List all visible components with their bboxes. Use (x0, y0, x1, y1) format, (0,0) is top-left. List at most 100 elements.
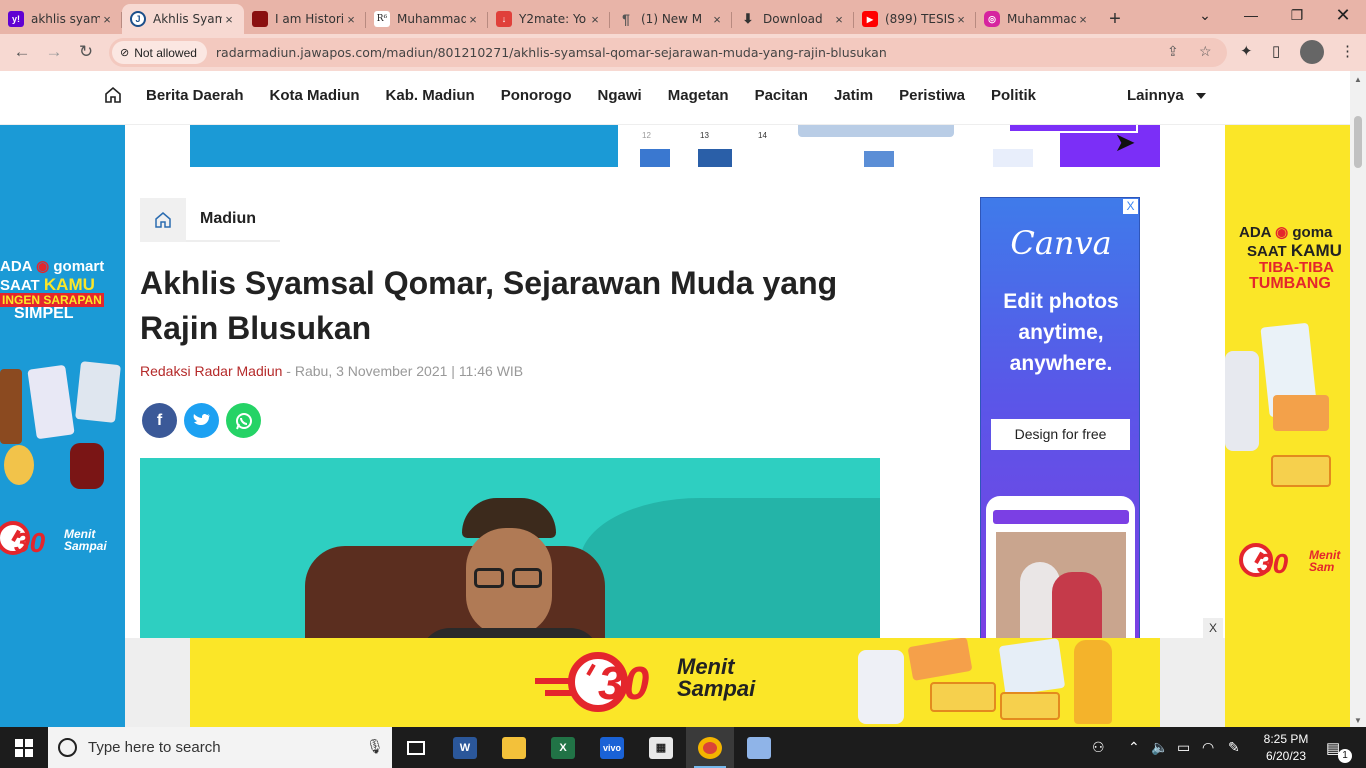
tab-title: Akhlis Syamsal (153, 12, 222, 26)
nav-link[interactable]: Ngawi (598, 87, 642, 104)
article-headline: Akhlis Syamsal Qomar, Sejarawan Muda yan… (140, 265, 838, 346)
search-icon (58, 738, 77, 757)
minimize-button[interactable]: — (1228, 0, 1274, 30)
extensions-icon[interactable]: ✦ (1240, 42, 1253, 60)
home-icon[interactable] (104, 86, 122, 104)
battery-icon[interactable]: ▭ (1177, 739, 1190, 756)
share-facebook-icon[interactable]: f (142, 403, 177, 438)
nav-link[interactable]: Peristiwa (899, 87, 965, 104)
byline-separator: - (282, 363, 295, 379)
more-menu-label[interactable]: Lainnya (1127, 87, 1184, 104)
share-whatsapp-icon[interactable] (226, 403, 261, 438)
canva-ad[interactable]: X Canva Edit photos anytime, anywhere. D… (980, 197, 1140, 642)
browser-tab[interactable]: y! akhlis syamsal × (0, 4, 122, 34)
close-tab-icon[interactable]: × (100, 12, 114, 27)
nav-link[interactable]: Politik (991, 87, 1036, 104)
browser-tab[interactable]: ▶ (899) TESIS × (854, 4, 976, 34)
chevron-down-icon[interactable] (1196, 93, 1206, 99)
nav-link[interactable]: Jatim (834, 87, 873, 104)
scroll-down-icon[interactable]: ▼ (1354, 716, 1362, 725)
url-text[interactable]: radarmadiun.jawapos.com/madiun/801210271… (216, 45, 887, 60)
vitamin-pack-image (930, 682, 996, 712)
browser-tab[interactable]: R⁶ Muhammad × (366, 4, 488, 34)
close-tab-icon[interactable]: × (954, 12, 968, 27)
forward-button[interactable]: → (38, 36, 70, 68)
close-tab-icon[interactable]: × (466, 12, 480, 27)
address-bar[interactable]: ⊘ Not allowed radarmadiun.jawapos.com/ma… (109, 38, 1227, 67)
browser-tab-active[interactable]: J Akhlis Syamsal × (122, 4, 244, 34)
volume-icon[interactable]: 🔈 (1151, 739, 1168, 756)
site-icon (252, 11, 268, 27)
profile-avatar[interactable] (1300, 40, 1324, 64)
top-banner-ad[interactable]: 12 13 14 ➤ (190, 125, 1160, 167)
close-tab-icon[interactable]: × (588, 12, 602, 27)
close-tab-icon[interactable]: × (222, 12, 236, 27)
share-icon[interactable]: ⇪ (1167, 43, 1179, 60)
start-button[interactable] (0, 727, 48, 768)
close-tab-icon[interactable]: × (1076, 12, 1090, 27)
back-button[interactable]: ← (6, 36, 38, 68)
taskbar-app-word[interactable]: W (441, 727, 489, 768)
close-window-button[interactable]: ✕ (1320, 0, 1366, 30)
breadcrumb-category[interactable]: Madiun (200, 210, 256, 228)
browser-tab[interactable]: ¶ (1) New M × (610, 4, 732, 34)
ad-close-icon[interactable]: X (1123, 199, 1138, 214)
close-tab-icon[interactable]: × (832, 12, 846, 27)
left-side-ad[interactable]: ADA ◉ gomart SAAT KAMU INGEN SARAPAN SIM… (0, 125, 125, 727)
nav-link[interactable]: Kab. Madiun (386, 87, 475, 104)
taskbar-app-remote[interactable] (735, 727, 783, 768)
nav-link[interactable]: Pacitan (755, 87, 808, 104)
microphone-icon[interactable]: 🎙 (366, 738, 384, 755)
close-tab-icon[interactable]: × (710, 12, 724, 27)
pen-icon[interactable]: ✎ (1228, 739, 1240, 756)
taskbar-app-calendar[interactable]: ▦ (637, 727, 685, 768)
breadcrumb-home[interactable] (140, 198, 186, 242)
article-author[interactable]: Redaksi Radar Madiun (140, 363, 282, 379)
nav-link[interactable]: Kota Madiun (270, 87, 360, 104)
task-view-button[interactable] (392, 727, 440, 768)
taskbar-search-box[interactable]: Type here to search 🎙 (48, 727, 392, 768)
restore-button[interactable]: ❐ (1274, 0, 1320, 30)
canva-cta-button[interactable]: Design for free (991, 419, 1130, 450)
side-panel-icon[interactable]: ▯ (1272, 42, 1280, 60)
windows-icon (15, 738, 33, 757)
taskbar-app-explorer[interactable] (490, 727, 538, 768)
close-tab-icon[interactable]: × (344, 12, 358, 27)
browser-tab[interactable]: ↓ Y2mate: Yo × (488, 4, 610, 34)
page-scrollbar[interactable]: ▲ ▼ (1350, 71, 1366, 727)
browser-tab[interactable]: I am Historian × (244, 4, 366, 34)
ad-text: TIBA-TIBA (1259, 259, 1334, 276)
ad-timer-number: 30 (1257, 548, 1289, 579)
people-icon[interactable]: ⚇ (1092, 739, 1105, 756)
chevron-up-icon[interactable]: ⌃ (1128, 739, 1140, 756)
taskbar-clock[interactable]: 8:25 PM 6/20/23 (1256, 731, 1316, 765)
scrollbar-thumb[interactable] (1354, 116, 1362, 168)
taskbar-app-vivo[interactable]: vivo (588, 727, 636, 768)
article-date: Rabu, 3 November 2021 | 11:46 WIB (294, 363, 524, 379)
wifi-icon[interactable]: ◠ (1202, 739, 1214, 756)
taskbar-app-chrome[interactable] (686, 727, 734, 768)
nav-link[interactable]: Magetan (668, 87, 729, 104)
taskbar-app-excel[interactable]: X (539, 727, 587, 768)
article-photo (140, 458, 880, 658)
bottom-sticky-ad[interactable]: 30 Menit Sampai (190, 638, 1160, 727)
banner-calendar-image: 12 13 14 (618, 125, 1060, 167)
site-info-chip[interactable]: ⊘ Not allowed (112, 41, 207, 64)
reload-button[interactable]: ↻ (70, 36, 102, 68)
tab-search-icon[interactable]: ⌄ (1182, 0, 1228, 30)
nav-links: Berita Daerah Kota Madiun Kab. Madiun Po… (146, 87, 1062, 104)
nav-link[interactable]: Ponorogo (501, 87, 572, 104)
bookmark-star-icon[interactable]: ☆ (1199, 43, 1212, 60)
menu-icon[interactable]: ⋮ (1340, 42, 1355, 60)
browser-tab[interactable]: ⬇ Download × (732, 4, 854, 34)
bottom-ad-close-button[interactable]: X (1203, 618, 1223, 638)
nav-link[interactable]: Berita Daerah (146, 87, 244, 104)
browser-tab[interactable]: ◎ Muhammad × (976, 4, 1098, 34)
calendar-app-icon: ▦ (649, 736, 673, 759)
share-twitter-icon[interactable] (184, 403, 219, 438)
scroll-up-icon[interactable]: ▲ (1354, 75, 1362, 84)
new-tab-button[interactable]: + (1098, 4, 1132, 34)
right-side-ad[interactable]: ADA ◉ goma SAAT KAMU TIBA-TIBA TUMBANG 3… (1225, 125, 1350, 727)
tab-strip: y! akhlis syamsal × J Akhlis Syamsal × I… (0, 0, 1366, 34)
ad-text: ADA ◉ gomart (0, 258, 105, 275)
